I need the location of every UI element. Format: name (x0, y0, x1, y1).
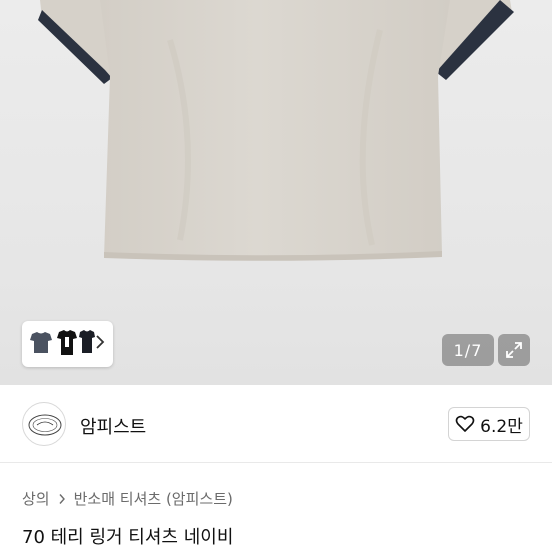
seller-section: 암피스트 6.2만 (0, 385, 552, 463)
chevron-right-icon (59, 493, 65, 504)
thumbnail-gray-tshirt[interactable] (28, 329, 54, 355)
heart-outline-icon (455, 415, 475, 432)
image-counter: 1/7 (442, 334, 494, 366)
thumbnail-black-tshirt[interactable] (56, 329, 78, 357)
seller-logo-icon (28, 414, 62, 436)
seller-avatar[interactable] (22, 402, 66, 446)
like-button[interactable]: 6.2만 (448, 407, 530, 441)
breadcrumb-category[interactable]: 상의 (22, 488, 50, 509)
seller-name[interactable]: 암피스트 (80, 413, 146, 439)
expand-icon (506, 342, 522, 358)
like-count: 6.2만 (480, 416, 523, 437)
breadcrumb: 상의 반소매 티셔츠 (암피스트) (22, 488, 233, 509)
thumbnail-strip[interactable] (22, 321, 113, 367)
chevron-right-icon[interactable] (93, 333, 107, 351)
product-title: 70 테리 링거 티셔츠 네이비 (22, 527, 234, 548)
breadcrumb-subcategory[interactable]: 반소매 티셔츠 (암피스트) (74, 488, 233, 509)
product-image-gallery[interactable]: 1/7 (0, 0, 552, 385)
expand-button[interactable] (498, 334, 530, 366)
